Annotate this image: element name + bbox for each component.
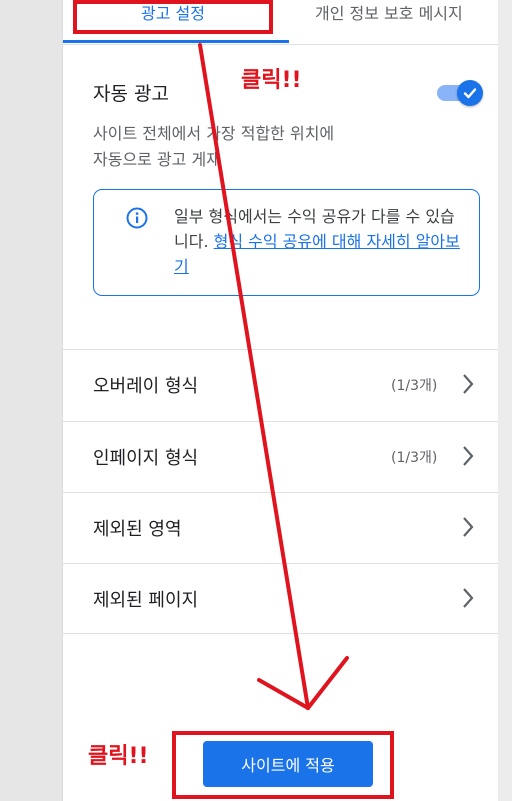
active-tab-indicator (63, 40, 289, 43)
row-count: (1/3개) (391, 378, 438, 394)
row-overlay-formats[interactable]: 오버레이 형식 (1/3개) (63, 350, 498, 421)
auto-ads-description: 사이트 전체에서 가장 적합한 위치에 자동으로 광고 게재 (93, 121, 423, 173)
tab-privacy-messages[interactable]: 개인 정보 보호 메시지 (315, 4, 463, 24)
auto-ads-title: 자동 광고 (93, 83, 169, 105)
description-line: 자동으로 광고 게재 (93, 150, 221, 169)
annotation-click-label: 클릭!! (88, 744, 149, 769)
info-icon (126, 207, 148, 229)
row-label: 제외된 페이지 (93, 590, 199, 611)
auto-ads-panel: 광고 설정 개인 정보 보호 메시지 자동 광고 사이트 전체에서 가장 적합한… (62, 0, 498, 801)
row-excluded-pages[interactable]: 제외된 페이지 (63, 564, 498, 635)
info-notice: 일부 형식에서는 수익 공유가 다를 수 있습니다. 형식 수익 공유에 대해 … (93, 189, 480, 296)
annotation-highlight-tab (73, 0, 273, 34)
annotation-highlight-button (172, 731, 394, 799)
row-inpage-formats[interactable]: 인페이지 형식 (1/3개) (63, 422, 498, 493)
chevron-right-icon (463, 446, 474, 466)
row-excluded-areas[interactable]: 제외된 영역 (63, 493, 498, 564)
row-count: (1/3개) (391, 450, 438, 466)
chevron-right-icon (463, 517, 474, 537)
divider (63, 633, 498, 634)
checkmark-icon (463, 88, 477, 99)
background-strip (497, 0, 512, 801)
learn-more-link[interactable]: 형식 수익 공유에 대해 자세히 알아보기 (174, 232, 460, 276)
info-text: 일부 형식에서는 수익 공유가 다를 수 있습니다. 형식 수익 공유에 대해 … (174, 204, 464, 279)
toggle-knob (457, 80, 483, 106)
row-label: 인페이지 형식 (93, 448, 199, 469)
chevron-right-icon (463, 374, 474, 394)
description-line: 사이트 전체에서 가장 적합한 위치에 (93, 124, 335, 143)
chevron-right-icon (463, 588, 474, 608)
annotation-click-label: 클릭!! (241, 68, 302, 93)
auto-ads-toggle[interactable] (437, 80, 485, 106)
row-label: 제외된 영역 (93, 519, 182, 540)
row-label: 오버레이 형식 (93, 376, 199, 397)
